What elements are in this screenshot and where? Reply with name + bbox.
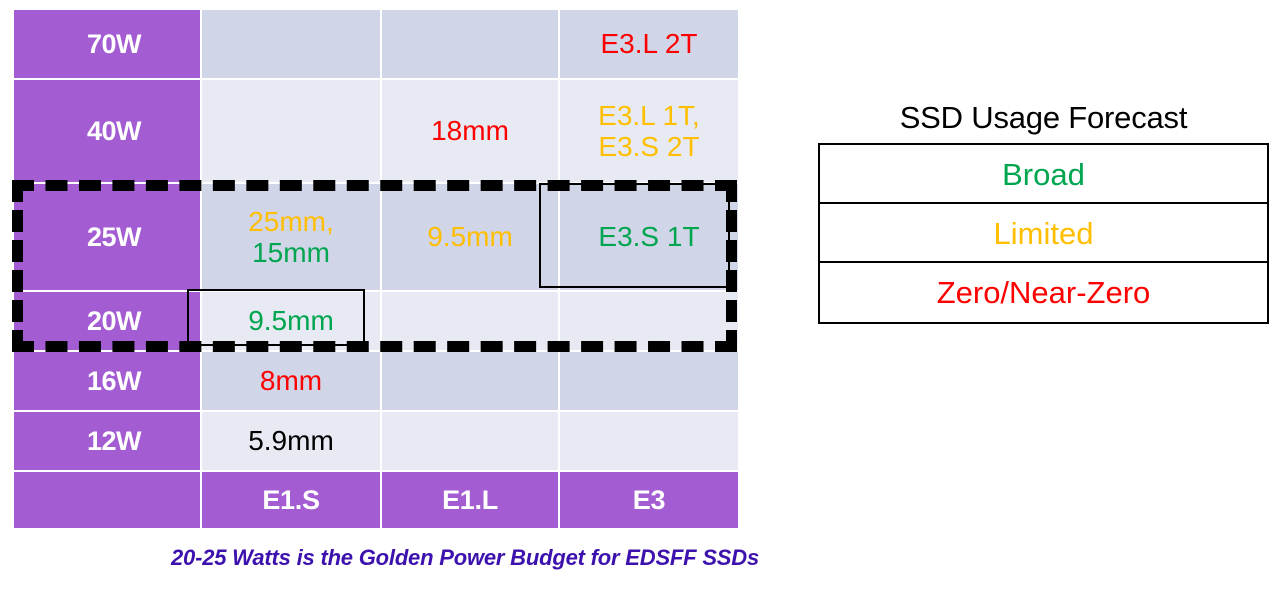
cell-16w-e3	[560, 352, 738, 410]
table-row: 12W 5.9mm	[14, 412, 738, 470]
column-header-e1s: E1.S	[202, 472, 380, 528]
cell-value: E3.L 2T	[600, 28, 698, 60]
matrix-corner-cell	[14, 472, 200, 528]
cell-value-line2: E3.S 2T	[598, 131, 700, 162]
cell-value: 9.5mm	[248, 305, 334, 337]
row-label-40w: 40W	[14, 80, 200, 182]
row-label-25w: 25W	[14, 184, 200, 290]
cell-70w-e3: E3.L 2T	[560, 10, 738, 78]
cell-value-line2: 15mm	[252, 237, 330, 268]
cell-70w-e1l	[382, 10, 558, 78]
cell-16w-e1s: 8mm	[202, 352, 380, 410]
table-header-row: E1.S E1.L E3	[14, 472, 738, 528]
cell-20w-e1s: 9.5mm	[202, 292, 380, 350]
figure-caption: 20-25 Watts is the Golden Power Budget f…	[171, 545, 759, 570]
cell-value: 8mm	[259, 365, 323, 397]
legend-panel: SSD Usage Forecast Broad Limited Zero/Ne…	[818, 100, 1269, 324]
cell-25w-e1s: 25mm, 15mm	[202, 184, 380, 290]
cell-20w-e3	[560, 292, 738, 350]
cell-12w-e1l	[382, 412, 558, 470]
legend-item-zero-near-zero: Zero/Near-Zero	[936, 275, 1151, 310]
cell-16w-e1l	[382, 352, 558, 410]
legend-item-broad: Broad	[820, 145, 1267, 204]
table-row: 70W E3.L 2T	[14, 10, 738, 78]
cell-value: 9.5mm	[427, 221, 513, 253]
cell-40w-e3: E3.L 1T, E3.S 2T	[560, 80, 738, 182]
cell-value-line1: 25mm,	[248, 205, 334, 237]
cell-40w-e1l: 18mm	[382, 80, 558, 182]
legend-box: Broad Limited Zero/Near-Zero	[818, 143, 1269, 324]
cell-20w-e1l	[382, 292, 558, 350]
table-row: 40W 18mm E3.L 1T, E3.S 2T	[14, 80, 738, 182]
power-form-factor-matrix: 70W E3.L 2T 40W 18mm E3.L 1T, E3.S 2T 25…	[12, 8, 738, 528]
legend-title: SSD Usage Forecast	[899, 100, 1188, 135]
column-header-e3: E3	[560, 472, 738, 528]
cell-25w-e1l: 9.5mm	[382, 184, 558, 290]
cell-70w-e1s	[202, 10, 380, 78]
row-label-20w: 20W	[14, 292, 200, 350]
row-label-70w: 70W	[14, 10, 200, 78]
cell-40w-e1s	[202, 80, 380, 182]
matrix-table: 70W E3.L 2T 40W 18mm E3.L 1T, E3.S 2T 25…	[12, 8, 740, 530]
table-row: 20W 9.5mm	[14, 292, 738, 350]
cell-value-line1: E3.L 1T,	[598, 99, 700, 131]
cell-value: E3.S 1T	[598, 221, 700, 253]
row-label-12w: 12W	[14, 412, 200, 470]
row-label-16w: 16W	[14, 352, 200, 410]
column-header-e1l: E1.L	[382, 472, 558, 528]
table-row: 25W 25mm, 15mm 9.5mm E3.S 1T	[14, 184, 738, 290]
cell-25w-e3: E3.S 1T	[560, 184, 738, 290]
cell-12w-e3	[560, 412, 738, 470]
legend-item-limited: Limited	[820, 204, 1267, 263]
cell-12w-e1s: 5.9mm	[202, 412, 380, 470]
cell-value: 18mm	[431, 115, 509, 147]
cell-value: 5.9mm	[248, 425, 334, 457]
table-row: 16W 8mm	[14, 352, 738, 410]
